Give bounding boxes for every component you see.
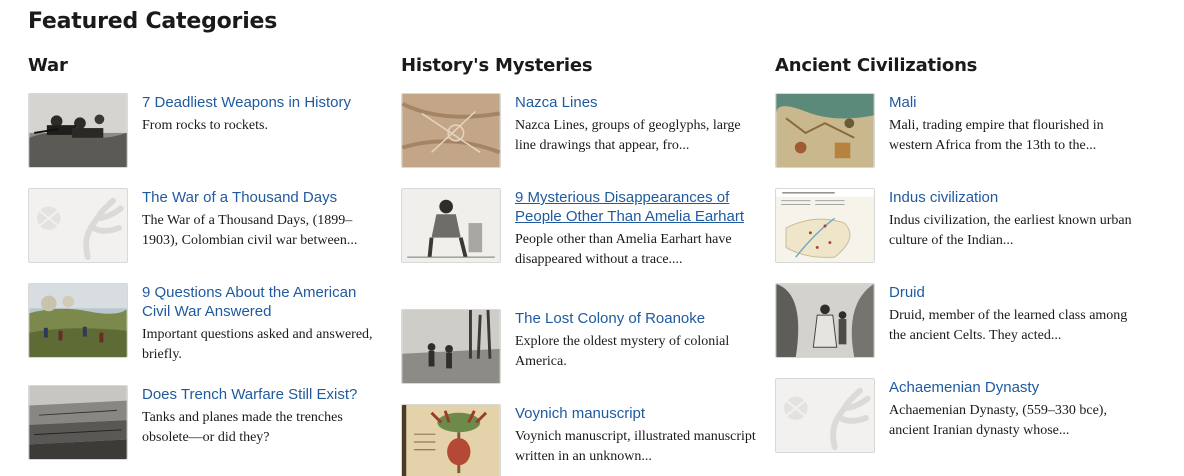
category-column-mysteries: History's Mysteries Nazca Lines Nazca Li…: [401, 54, 761, 476]
article-link[interactable]: The Lost Colony of Roanoke: [515, 309, 761, 328]
article-description: Explore the oldest mystery of colonial A…: [515, 334, 730, 369]
article-link[interactable]: Indus civilization: [889, 188, 1135, 207]
article-description: From rocks to rockets.: [142, 118, 268, 133]
column-heading: Ancient Civilizations: [775, 55, 978, 76]
article-description: The War of a Thousand Days, (1899–1903),…: [142, 213, 358, 248]
article-description: People other than Amelia Earhart have di…: [515, 232, 732, 267]
column-heading: History's Mysteries: [401, 55, 593, 76]
druids-engraving-icon[interactable]: [775, 283, 875, 358]
article-link[interactable]: Does Trench Warfare Still Exist?: [142, 385, 388, 404]
article-link[interactable]: The War of a Thousand Days: [142, 188, 388, 207]
placeholder-thistle-icon[interactable]: [775, 378, 875, 453]
article-description: Voynich manuscript, illustrated manuscri…: [515, 429, 756, 464]
roanoke-engraving-icon[interactable]: [401, 309, 501, 384]
civil-war-battle-painting-icon[interactable]: [28, 283, 128, 358]
page-title: Featured Categories: [28, 9, 278, 34]
article-description: Indus civilization, the earliest known u…: [889, 213, 1132, 248]
article-description: Tanks and planes made the trenches obsol…: [142, 410, 343, 445]
soldiers-machine-gun-photo-icon[interactable]: [28, 93, 128, 168]
article-description: Mali, trading empire that flourished in …: [889, 118, 1104, 153]
category-column-war: War 7 Deadliest Weapons in History From …: [28, 54, 388, 460]
indus-sites-map-icon[interactable]: [775, 188, 875, 263]
trench-photo-icon[interactable]: [28, 385, 128, 460]
article-link[interactable]: Achaemenian Dynasty: [889, 378, 1135, 397]
article-link[interactable]: 9 Mysterious Disappearances of People Ot…: [515, 188, 761, 226]
article-description: Important questions asked and answered, …: [142, 327, 373, 362]
voynich-page-photo-icon[interactable]: [401, 404, 501, 476]
article-link[interactable]: 9 Questions About the American Civil War…: [142, 283, 388, 321]
article-description: Achaemenian Dynasty, (559–330 bce), anci…: [889, 403, 1107, 438]
article-link[interactable]: 7 Deadliest Weapons in History: [142, 93, 388, 112]
article-link[interactable]: Mali: [889, 93, 1135, 112]
article-link[interactable]: Voynich manuscript: [515, 404, 761, 423]
nazca-lines-aerial-photo-icon[interactable]: [401, 93, 501, 168]
article-link[interactable]: Druid: [889, 283, 1135, 302]
seated-man-engraving-icon[interactable]: [401, 188, 501, 263]
category-column-ancient-civilizations: Ancient Civilizations Mali Mali, trading…: [775, 54, 1135, 453]
article-description: Druid, member of the learned class among…: [889, 308, 1128, 343]
catalan-atlas-map-icon[interactable]: [775, 93, 875, 168]
placeholder-thistle-icon[interactable]: [28, 188, 128, 263]
article-link[interactable]: Nazca Lines: [515, 93, 761, 112]
column-heading: War: [28, 55, 68, 76]
article-description: Nazca Lines, groups of geoglyphs, large …: [515, 118, 741, 153]
